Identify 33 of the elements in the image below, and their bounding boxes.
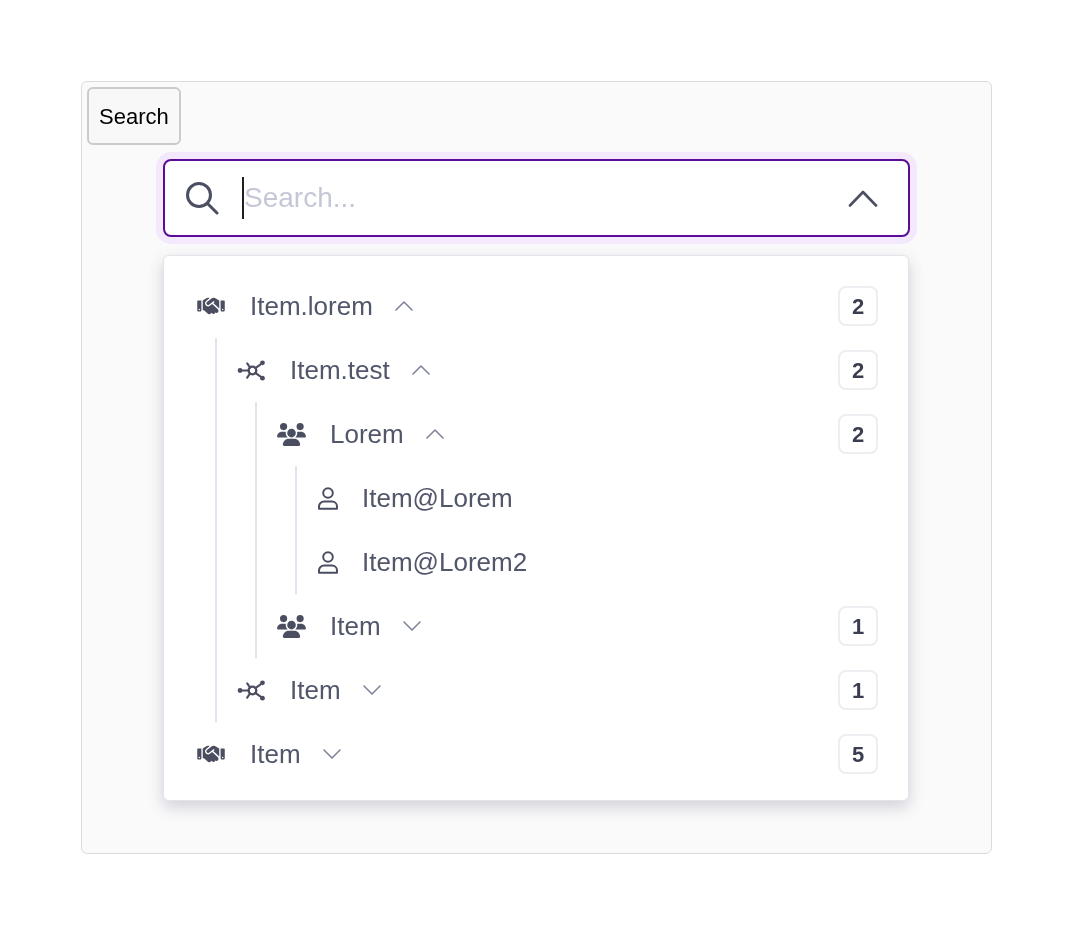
search-button[interactable]: Search xyxy=(87,87,181,145)
user-icon xyxy=(317,486,339,510)
search-input[interactable]: Search... xyxy=(244,177,848,219)
tree-item-label[interactable]: Item xyxy=(250,738,301,770)
chevron-up-icon[interactable] xyxy=(848,189,878,207)
handshake-icon xyxy=(197,743,225,765)
user-icon xyxy=(317,550,339,574)
users-icon xyxy=(277,422,306,446)
tree-item-label[interactable]: Item.test xyxy=(290,354,390,386)
tree-item-label[interactable]: Item@Lorem2 xyxy=(362,546,528,578)
users-icon xyxy=(277,614,306,638)
chevron-down-icon[interactable] xyxy=(322,749,341,759)
tree-item-label[interactable]: Lorem xyxy=(330,418,404,450)
count-badge: 1 xyxy=(838,606,878,646)
tree-item-label[interactable]: Item@Lorem xyxy=(362,482,513,514)
count-badge: 2 xyxy=(838,414,878,454)
count-badge: 2 xyxy=(838,350,878,390)
chevron-up-icon[interactable] xyxy=(411,365,430,375)
chevron-up-icon[interactable] xyxy=(394,301,413,311)
chevron-down-icon[interactable] xyxy=(362,685,381,695)
text-cursor-icon xyxy=(242,177,244,219)
search-icon xyxy=(185,181,219,215)
count-badge: 2 xyxy=(838,286,878,326)
count-badge: 1 xyxy=(838,670,878,710)
network-icon xyxy=(237,359,266,381)
tree-item-label[interactable]: Item.lorem xyxy=(250,290,373,322)
handshake-icon xyxy=(197,295,225,317)
tree-item-label[interactable]: Item xyxy=(290,674,341,706)
chevron-down-icon[interactable] xyxy=(402,621,421,631)
chevron-up-icon[interactable] xyxy=(425,429,444,439)
tree-item-label[interactable]: Item xyxy=(330,610,381,642)
network-icon xyxy=(237,679,266,701)
count-badge: 5 xyxy=(838,734,878,774)
